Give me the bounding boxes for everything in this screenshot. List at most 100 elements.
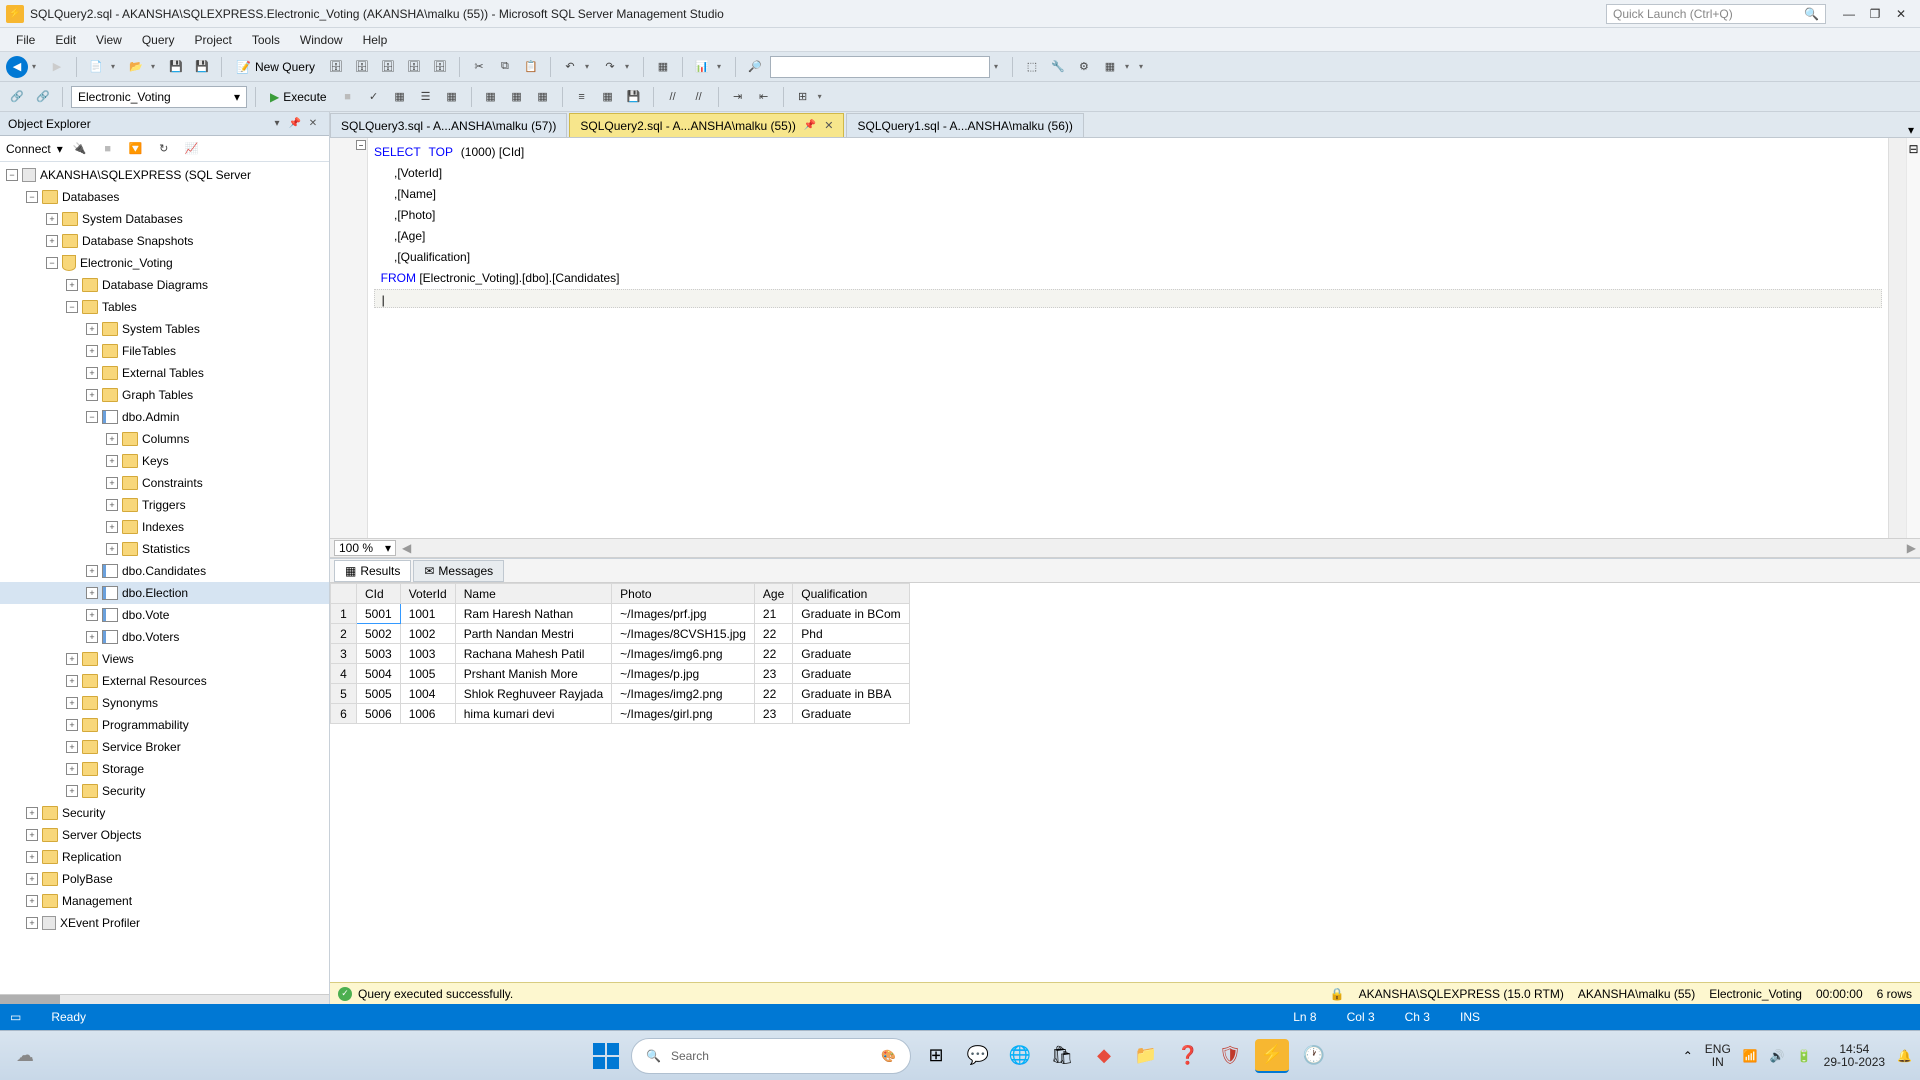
grid-cell[interactable]: 1004 [400, 684, 455, 704]
refresh-button[interactable]: ↻ [153, 138, 175, 160]
as-query-button[interactable]: 🗄 [351, 56, 373, 78]
grid-cell[interactable]: 1003 [400, 644, 455, 664]
row-number[interactable]: 5 [331, 684, 357, 704]
grid-cell[interactable]: 5003 [357, 644, 401, 664]
results-text-button[interactable]: ≡ [571, 86, 593, 108]
undo-button[interactable]: ↶ [559, 56, 581, 78]
paste-button[interactable]: 📋 [520, 56, 542, 78]
grid-cell[interactable]: ~/Images/8CVSH15.jpg [612, 624, 755, 644]
menu-help[interactable]: Help [353, 30, 398, 50]
row-number[interactable]: 4 [331, 664, 357, 684]
clock-app-button[interactable]: 🕐 [1297, 1039, 1331, 1073]
uncomment-button[interactable]: // [688, 86, 710, 108]
tree-triggers[interactable]: +Triggers [0, 494, 329, 516]
file-explorer-button[interactable]: 📁 [1129, 1039, 1163, 1073]
outdent-button[interactable]: ⇤ [753, 86, 775, 108]
editor-vscroll[interactable] [1888, 138, 1906, 538]
grid-cell[interactable]: Graduate in BBA [793, 684, 909, 704]
grid-cell[interactable]: ~/Images/img2.png [612, 684, 755, 704]
restore-button[interactable]: ❐ [1862, 4, 1888, 24]
grid-cell[interactable]: ~/Images/girl.png [612, 704, 755, 724]
connect-drop[interactable]: ▾ [57, 142, 63, 156]
tabs-overflow[interactable]: ▾ [1902, 123, 1920, 137]
grid-cell[interactable]: Graduate [793, 644, 909, 664]
tree-replication[interactable]: +Replication [0, 846, 329, 868]
open-button[interactable]: 📂 [125, 56, 147, 78]
grid-cell[interactable]: 5001 [357, 604, 401, 624]
grid-cell[interactable]: 5006 [357, 704, 401, 724]
dax-query-button[interactable]: 🗄 [403, 56, 425, 78]
code-content[interactable]: −SELECT TOP (1000) [CId] ,[VoterId] ,[Na… [368, 138, 1888, 538]
tree-dbo-vote[interactable]: +dbo.Vote [0, 604, 329, 626]
tree-dbo-admin[interactable]: −dbo.Admin [0, 406, 329, 428]
tree-security[interactable]: +Security [0, 802, 329, 824]
grid-cell[interactable]: Graduate [793, 664, 909, 684]
row-number[interactable]: 2 [331, 624, 357, 644]
live-stats-button[interactable]: ▦ [506, 86, 528, 108]
tree-polybase[interactable]: +PolyBase [0, 868, 329, 890]
activity-monitor-button[interactable]: 📊 [691, 56, 713, 78]
chat-button[interactable]: 💬 [961, 1039, 995, 1073]
task-view-button[interactable]: ⊞ [919, 1039, 953, 1073]
row-number[interactable]: 3 [331, 644, 357, 664]
grid-cell[interactable]: Rachana Mahesh Patil [455, 644, 611, 664]
results-grid-button[interactable]: ▦ [597, 86, 619, 108]
nav-back-drop[interactable]: ▾ [32, 62, 42, 71]
tree-service-broker[interactable]: +Service Broker [0, 736, 329, 758]
grid-cell[interactable]: Ram Haresh Nathan [455, 604, 611, 624]
menu-query[interactable]: Query [132, 30, 185, 50]
tree-graph-tables[interactable]: +Graph Tables [0, 384, 329, 406]
tree-security-db[interactable]: +Security [0, 780, 329, 802]
copy-button[interactable]: ⧉ [494, 56, 516, 78]
tree-external-resources[interactable]: +External Resources [0, 670, 329, 692]
change-connection-button[interactable]: 🔗 [32, 86, 54, 108]
quick-launch-input[interactable]: Quick Launch (Ctrl+Q) 🔍 [1606, 4, 1826, 24]
parse-button[interactable]: ✓ [363, 86, 385, 108]
menu-window[interactable]: Window [290, 30, 353, 50]
estimated-plan-button[interactable]: ▦ [389, 86, 411, 108]
panel-dropdown-icon[interactable]: ▾ [269, 116, 285, 132]
grid-cell[interactable]: 21 [754, 604, 792, 624]
grid-cell[interactable]: 23 [754, 704, 792, 724]
new-item-drop[interactable]: ▾ [111, 62, 121, 71]
tree-views[interactable]: +Views [0, 648, 329, 670]
notifications-icon[interactable]: 🔔 [1897, 1049, 1912, 1063]
grid-cell[interactable]: hima kumari devi [455, 704, 611, 724]
t3-button[interactable]: ⚙ [1073, 56, 1095, 78]
tab-sqlquery3[interactable]: SQLQuery3.sql - A...ANSHA\malku (57)) [330, 113, 567, 137]
tree-file-tables[interactable]: +FileTables [0, 340, 329, 362]
grid-cell[interactable]: 5002 [357, 624, 401, 644]
find-combo[interactable] [770, 56, 990, 78]
pulse-icon[interactable]: 📈 [181, 138, 203, 160]
grid-cell[interactable]: 23 [754, 664, 792, 684]
tree-dbo-candidates[interactable]: +dbo.Candidates [0, 560, 329, 582]
t2-button[interactable]: 🔧 [1047, 56, 1069, 78]
xmla-query-button[interactable]: 🗄 [429, 56, 451, 78]
grid-cell[interactable]: Phd [793, 624, 909, 644]
volume-icon[interactable]: 🔊 [1770, 1049, 1785, 1063]
grid-header[interactable]: Age [754, 584, 792, 604]
tab-sqlquery2[interactable]: SQLQuery2.sql - A...ANSHA\malku (55)) 📌 … [569, 113, 844, 137]
tree-database-diagrams[interactable]: +Database Diagrams [0, 274, 329, 296]
table-row[interactable]: 450041005Prshant Manish More~/Images/p.j… [331, 664, 910, 684]
table-row[interactable]: 550051004Shlok Reghuveer Rayjada~/Images… [331, 684, 910, 704]
table-row[interactable]: 350031003Rachana Mahesh Patil~/Images/im… [331, 644, 910, 664]
tree-electronic-voting[interactable]: −Electronic_Voting [0, 252, 329, 274]
menu-edit[interactable]: Edit [45, 30, 86, 50]
tree-constraints[interactable]: +Constraints [0, 472, 329, 494]
results-file-button[interactable]: 💾 [623, 86, 645, 108]
menu-file[interactable]: File [6, 30, 45, 50]
specify-values-button[interactable]: ⊞ [792, 86, 814, 108]
database-dropdown[interactable]: Electronic_Voting ▾ [71, 86, 247, 108]
grid-cell[interactable]: Parth Nandan Mestri [455, 624, 611, 644]
t4-drop[interactable]: ▾ [1125, 62, 1135, 71]
taskbar-search[interactable]: 🔍 Search 🎨 [631, 1038, 911, 1074]
open-drop[interactable]: ▾ [151, 62, 161, 71]
ssms-taskbar-button[interactable]: ⚡ [1255, 1039, 1289, 1073]
redo-button[interactable]: ↷ [599, 56, 621, 78]
tree-xevent[interactable]: +XEvent Profiler [0, 912, 329, 934]
tree-indexes[interactable]: +Indexes [0, 516, 329, 538]
object-explorer-tree[interactable]: −AKANSHA\SQLEXPRESS (SQL Server −Databas… [0, 162, 329, 994]
grid-header[interactable]: CId [357, 584, 401, 604]
tree-system-databases[interactable]: +System Databases [0, 208, 329, 230]
